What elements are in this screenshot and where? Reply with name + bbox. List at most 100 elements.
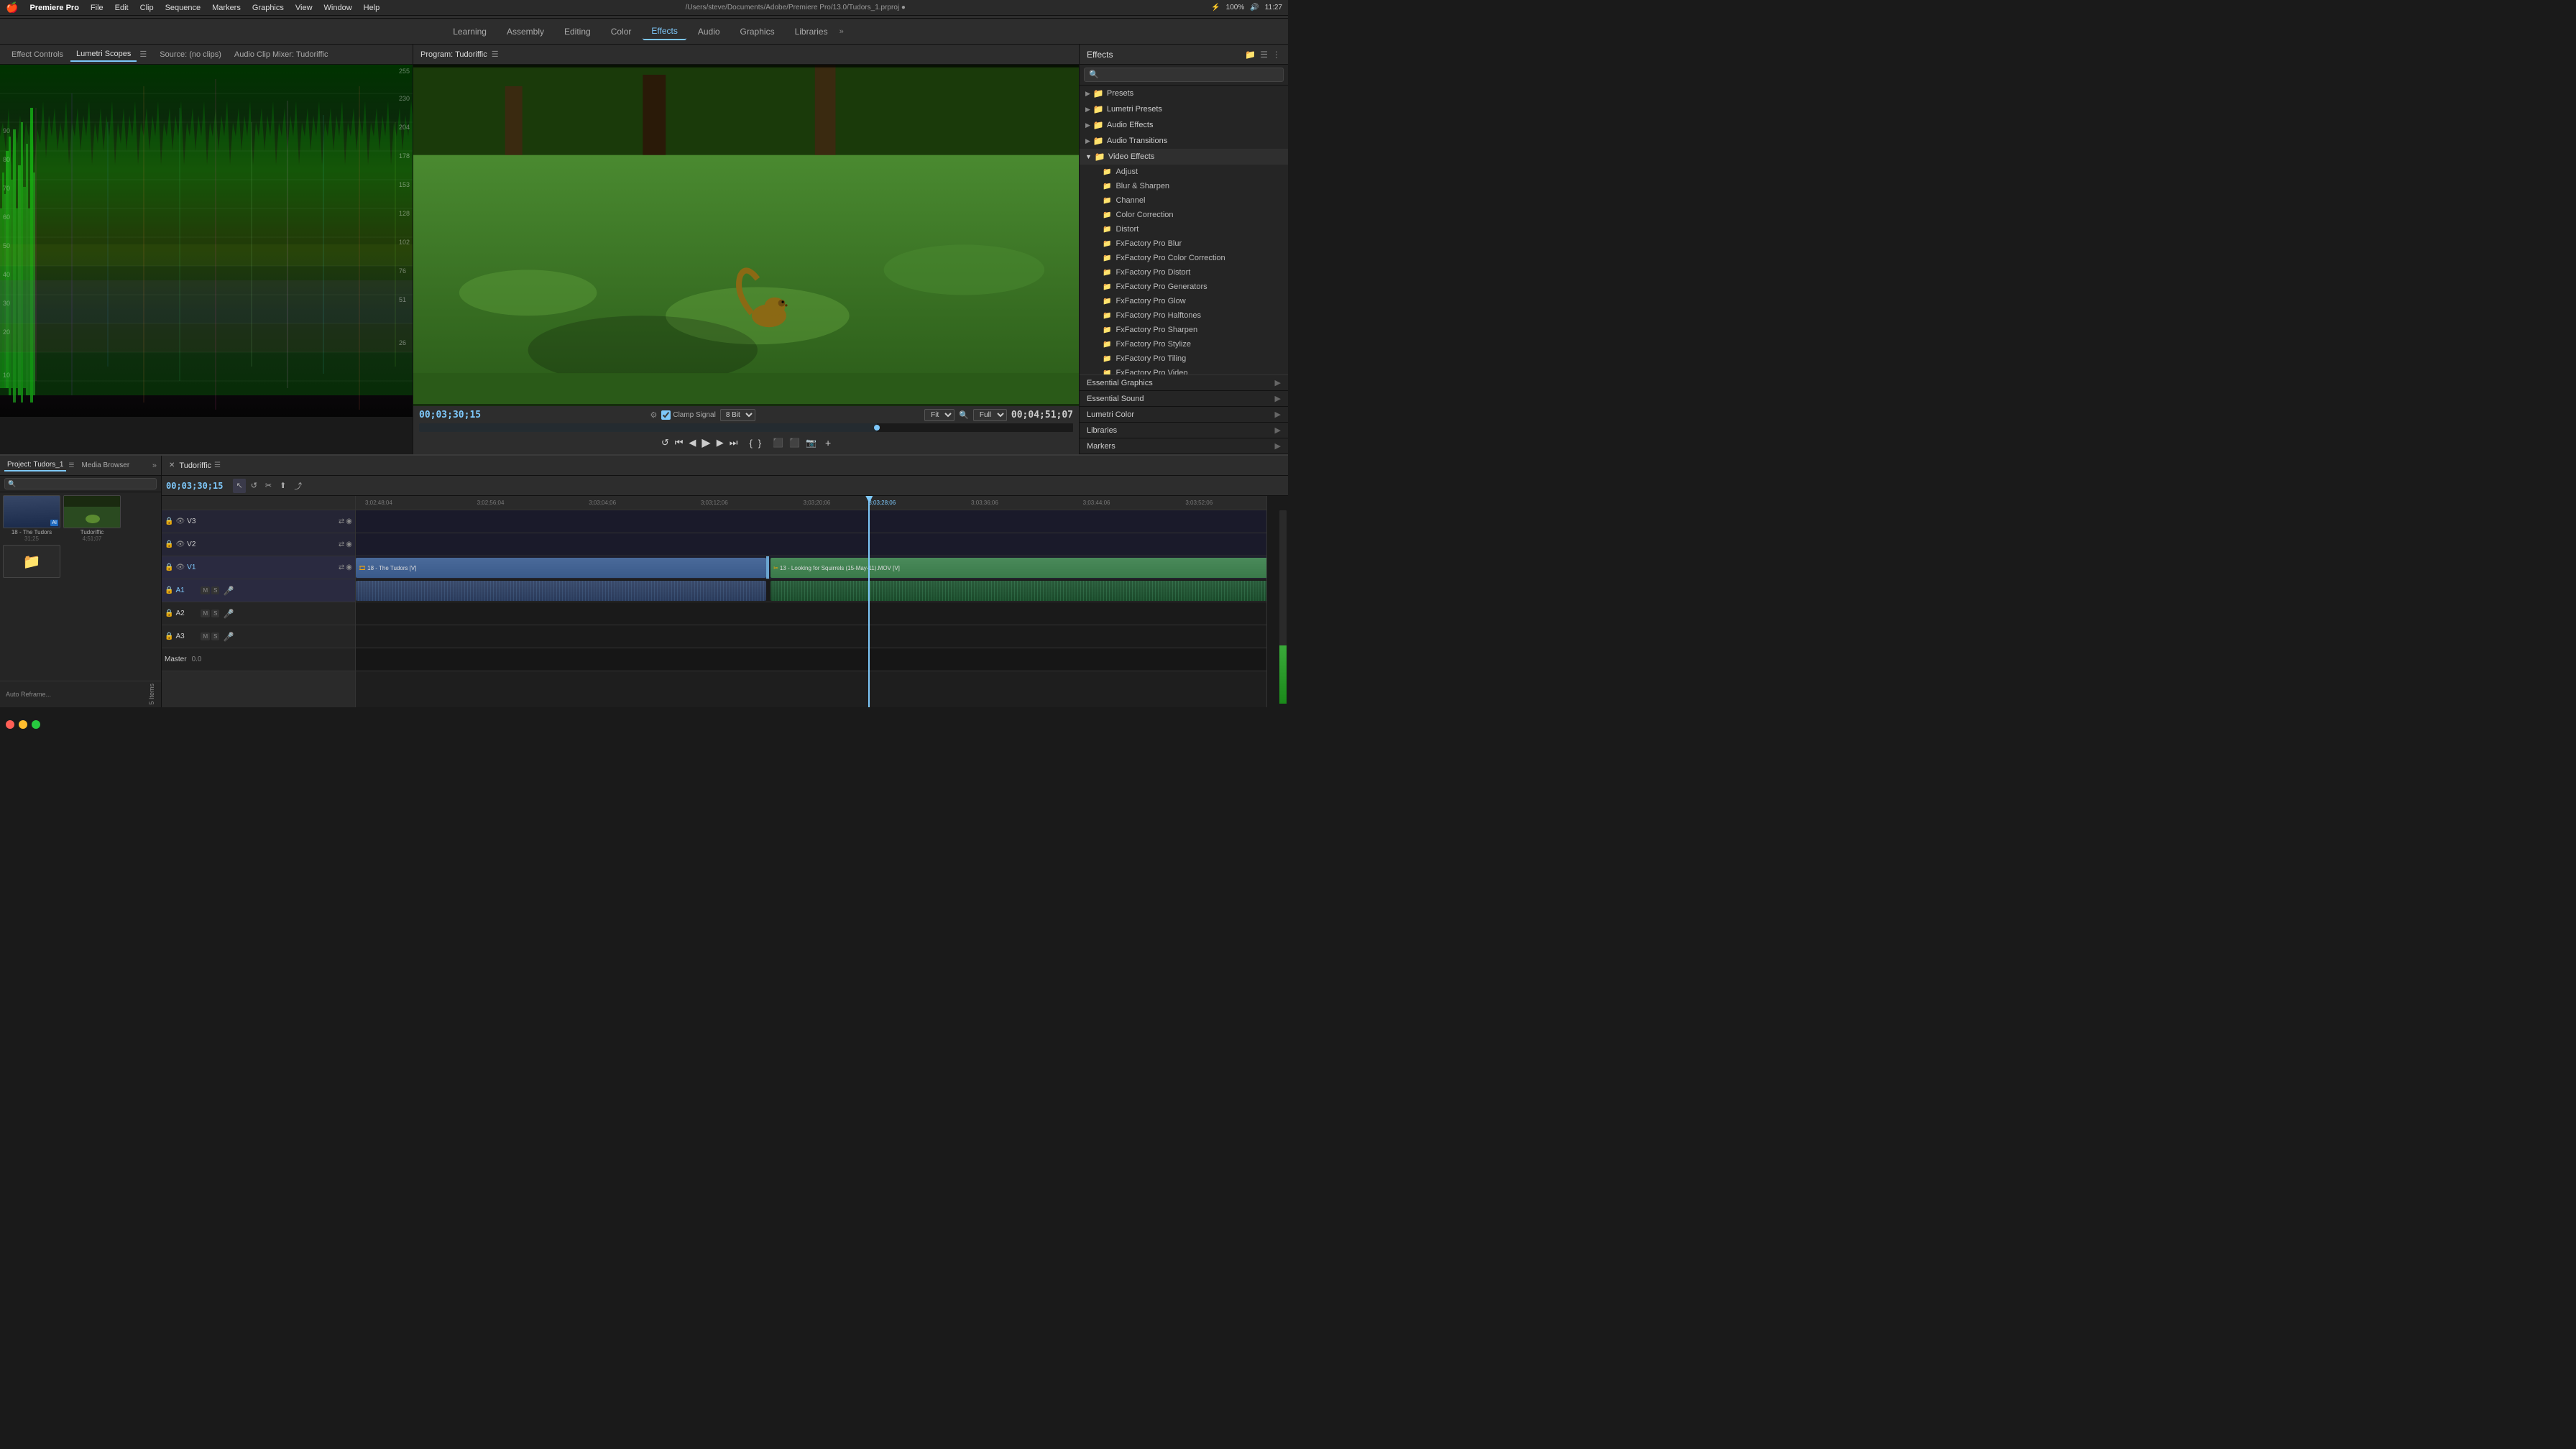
extract-tool-button[interactable]: ⤴: [291, 479, 305, 493]
a3-solo-button[interactable]: S: [211, 632, 219, 640]
item-fxfactory-stylize[interactable]: 📁 FxFactory Pro Stylize: [1080, 337, 1288, 351]
v1-lock-icon[interactable]: 🔒: [165, 564, 173, 571]
essential-sound-item[interactable]: Essential Sound ▶: [1080, 391, 1288, 407]
item-channel[interactable]: 📁 Channel: [1080, 193, 1288, 208]
sync-tool-button[interactable]: ↺: [248, 479, 260, 493]
tab-learning[interactable]: Learning: [444, 24, 495, 40]
a1-mic-icon[interactable]: 🎤: [223, 586, 234, 596]
timeline-close-icon[interactable]: ✕: [169, 461, 175, 469]
tab-assembly[interactable]: Assembly: [498, 24, 553, 40]
out-point-button[interactable]: }: [757, 436, 763, 450]
v1-sync-icon[interactable]: ⇄: [339, 564, 344, 571]
item-fxfactory-glow[interactable]: 📁 FxFactory Pro Glow: [1080, 294, 1288, 308]
v2-lock-icon[interactable]: 🔒: [165, 540, 173, 548]
expand-project-icon[interactable]: »: [152, 461, 157, 470]
project-item-folder[interactable]: 📁: [3, 545, 60, 578]
traffic-light-yellow[interactable]: [19, 720, 27, 729]
auto-reframe-label[interactable]: Auto Reframe...: [6, 691, 51, 698]
playhead-dot[interactable]: [874, 425, 880, 431]
project-menu-icon[interactable]: ☰: [68, 461, 74, 469]
clip-menu[interactable]: Clip: [140, 4, 154, 12]
item-fxfactory-sharpen[interactable]: 📁 FxFactory Pro Sharpen: [1080, 323, 1288, 337]
clip-a1-left[interactable]: [356, 581, 766, 601]
group-audio-transitions[interactable]: ▶ 📁 Audio Transitions: [1080, 133, 1288, 149]
tab-color[interactable]: Color: [602, 24, 640, 40]
project-search-input[interactable]: [4, 478, 157, 489]
panel-menu-icon-effects[interactable]: ⋮: [1272, 50, 1281, 60]
effects-search-input[interactable]: [1084, 68, 1284, 82]
item-fxfactory-tiling[interactable]: 📁 FxFactory Pro Tiling: [1080, 351, 1288, 366]
clip-a1-right[interactable]: [770, 581, 1287, 601]
project-item-tudoriffic[interactable]: Tudoriffic 4;51;07: [63, 495, 121, 542]
libraries-item[interactable]: Libraries ▶: [1080, 423, 1288, 438]
markers-item[interactable]: Markers ▶: [1080, 438, 1288, 454]
v3-sync-icon[interactable]: ⇄: [339, 518, 344, 525]
lift-tool-button[interactable]: ⬆: [277, 479, 289, 493]
item-fxfactory-generators[interactable]: 📁 FxFactory Pro Generators: [1080, 280, 1288, 294]
clamp-signal-checkbox[interactable]: [661, 410, 671, 420]
timeline-timecode-display[interactable]: 00;03;30;15: [166, 481, 223, 491]
traffic-light-red[interactable]: [6, 720, 14, 729]
new-folder-icon[interactable]: 📁: [1245, 50, 1256, 60]
list-view-icon[interactable]: ☰: [1260, 50, 1268, 60]
group-video-effects[interactable]: ▼ 📁 Video Effects: [1080, 149, 1288, 165]
tab-project[interactable]: Project: Tudors_1: [4, 459, 66, 472]
in-point-button[interactable]: {: [748, 436, 753, 450]
tab-audio-clip-mixer[interactable]: Audio Clip Mixer: Tudoriffic: [229, 48, 334, 61]
settings-icon[interactable]: ⚙: [650, 410, 657, 420]
timeline-ruler[interactable]: 3;02;48;04 3;02;56;04 3;03;04;06 3;03;12…: [356, 496, 1288, 510]
a1-mute-button[interactable]: M: [201, 586, 210, 594]
v1-eye-icon[interactable]: 👁: [175, 564, 185, 571]
a3-mute-button[interactable]: M: [201, 632, 210, 640]
a1-lock-icon[interactable]: 🔒: [165, 586, 173, 594]
lumetri-color-item[interactable]: Lumetri Color ▶: [1080, 407, 1288, 423]
selection-tool-button[interactable]: ↖: [233, 479, 245, 493]
more-workspaces-icon[interactable]: »: [840, 27, 844, 36]
timeline-menu-icon[interactable]: ☰: [214, 461, 221, 469]
item-fxfactory-blur[interactable]: 📁 FxFactory Pro Blur: [1080, 236, 1288, 251]
graphics-menu[interactable]: Graphics: [252, 4, 284, 12]
group-presets[interactable]: ▶ 📁 Presets: [1080, 86, 1288, 101]
step-back-button[interactable]: ⏮: [673, 436, 685, 450]
help-menu[interactable]: Help: [364, 4, 380, 12]
group-audio-effects[interactable]: ▶ 📁 Audio Effects: [1080, 117, 1288, 133]
tab-effects[interactable]: Effects: [643, 23, 686, 40]
a2-mic-icon[interactable]: 🎤: [223, 609, 234, 619]
markers-menu[interactable]: Markers: [212, 4, 241, 12]
item-blur-sharpen[interactable]: 📁 Blur & Sharpen: [1080, 179, 1288, 193]
v2-visibility-icon[interactable]: ◉: [346, 540, 352, 548]
v2-sync-icon[interactable]: ⇄: [339, 540, 344, 548]
item-distort[interactable]: 📁 Distort: [1080, 222, 1288, 236]
frame-forward-button[interactable]: ▶: [715, 436, 725, 450]
a2-lock-icon[interactable]: 🔒: [165, 610, 173, 617]
tab-graphics[interactable]: Graphics: [732, 24, 783, 40]
add-marker-button[interactable]: +: [824, 436, 832, 450]
play-button[interactable]: ▶: [700, 434, 712, 451]
quality-select[interactable]: Full: [973, 409, 1007, 421]
tab-audio[interactable]: Audio: [689, 24, 729, 40]
step-forward-button[interactable]: ⏭: [728, 436, 740, 450]
frame-back-button[interactable]: ◀: [687, 436, 697, 450]
overwrite-button[interactable]: ⬛: [788, 436, 801, 449]
v3-visibility-icon[interactable]: ◉: [346, 518, 352, 525]
item-fxfactory-halftones[interactable]: 📁 FxFactory Pro Halftones: [1080, 308, 1288, 323]
file-menu[interactable]: File: [91, 4, 104, 12]
traffic-light-green[interactable]: [32, 720, 40, 729]
fit-select[interactable]: Fit: [924, 409, 954, 421]
insert-button[interactable]: ⬛: [771, 436, 785, 449]
essential-graphics-item[interactable]: Essential Graphics ▶: [1080, 375, 1288, 391]
zoom-icon[interactable]: 🔍: [959, 410, 969, 420]
clip-v1-left[interactable]: 🎞 18 - The Tudors [V]: [356, 558, 766, 578]
edit-menu[interactable]: Edit: [115, 4, 129, 12]
tab-source-no-clips[interactable]: Source: (no clips): [154, 48, 227, 61]
window-menu[interactable]: Window: [324, 4, 352, 12]
a1-solo-button[interactable]: S: [211, 586, 219, 594]
v3-lock-icon[interactable]: 🔒: [165, 518, 173, 525]
a3-mic-icon[interactable]: 🎤: [223, 632, 234, 642]
bit-depth-select[interactable]: 8 Bit: [720, 409, 755, 421]
a3-lock-icon[interactable]: 🔒: [165, 632, 173, 640]
razor-tool-button[interactable]: ✂: [262, 479, 275, 493]
item-fxfactory-distort[interactable]: 📁 FxFactory Pro Distort: [1080, 265, 1288, 280]
tab-effect-controls[interactable]: Effect Controls: [6, 48, 69, 61]
tab-libraries[interactable]: Libraries: [786, 24, 837, 40]
